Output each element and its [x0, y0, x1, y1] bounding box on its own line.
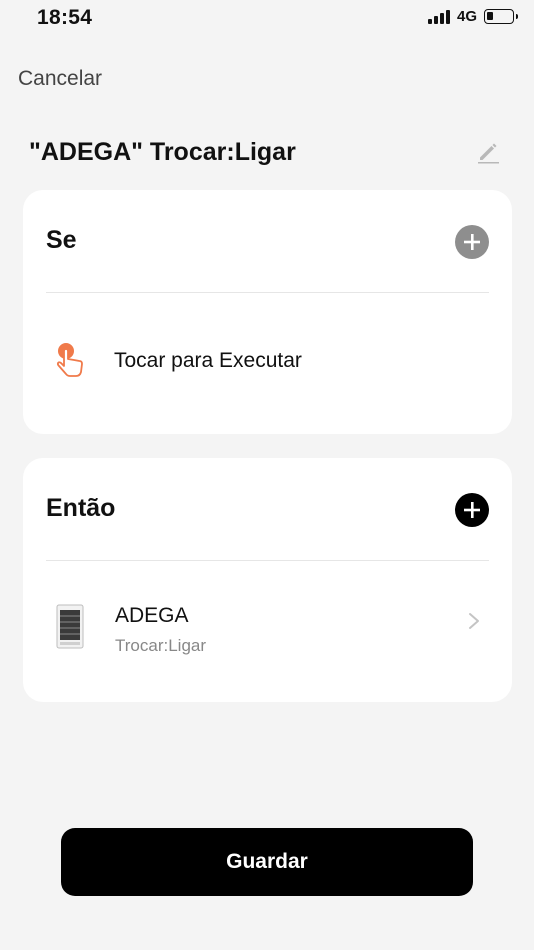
status-bar: 18:54 4G: [0, 0, 534, 34]
scene-title-row: "ADEGA" Trocar:Ligar: [29, 138, 504, 168]
scene-title: "ADEGA" Trocar:Ligar: [29, 138, 296, 166]
then-section-header: Então: [46, 494, 116, 522]
device-name: ADEGA: [115, 604, 189, 627]
if-condition-card: Se Tocar para Executar: [23, 190, 512, 434]
divider: [46, 560, 489, 561]
add-action-button[interactable]: [455, 493, 489, 527]
condition-row-tap-to-run[interactable]: Tocar para Executar: [46, 330, 489, 390]
plus-icon: [464, 234, 480, 250]
then-action-card: Então ADEGA Trocar:Ligar: [23, 458, 512, 702]
plus-icon: [464, 502, 480, 518]
wine-cooler-icon: [56, 604, 84, 649]
save-button[interactable]: Guardar: [61, 828, 473, 896]
network-type: 4G: [456, 8, 477, 25]
divider: [46, 292, 489, 293]
status-indicators: 4G: [427, 8, 518, 25]
cancel-button[interactable]: Cancelar: [18, 67, 102, 91]
action-description: Trocar:Ligar: [115, 636, 207, 655]
action-row-adega[interactable]: ADEGA Trocar:Ligar: [46, 598, 489, 658]
tap-hand-icon: [56, 343, 83, 377]
add-condition-button[interactable]: [455, 225, 489, 259]
signal-icon: [427, 9, 450, 24]
edit-pencil-icon[interactable]: [476, 140, 500, 164]
status-time: 18:54: [37, 6, 93, 29]
battery-icon: [484, 9, 518, 24]
condition-label: Tocar para Executar: [114, 349, 302, 372]
if-section-header: Se: [46, 226, 77, 254]
chevron-right-icon: [469, 613, 479, 629]
screen: 18:54 4G Cancelar "ADEGA" Trocar:Ligar S…: [0, 0, 534, 950]
